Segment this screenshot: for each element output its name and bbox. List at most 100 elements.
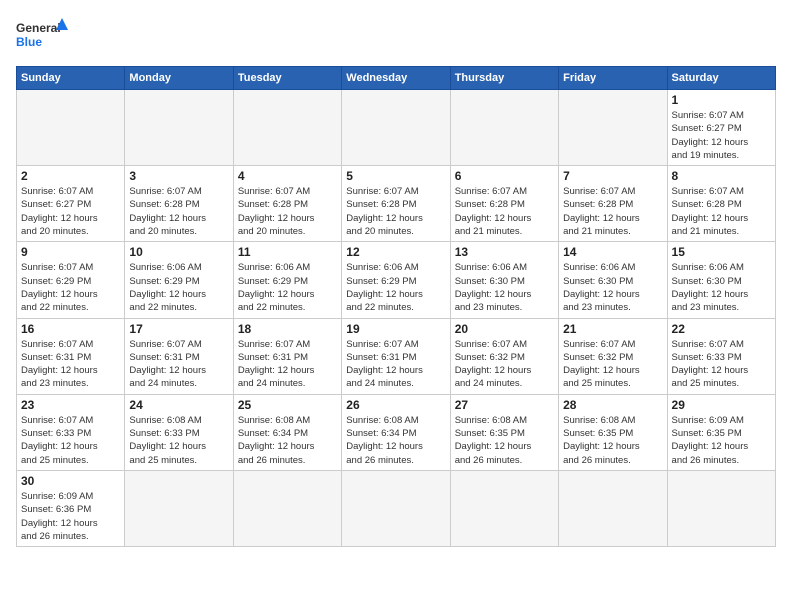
day-number: 14: [563, 245, 662, 259]
day-number: 18: [238, 322, 337, 336]
day-cell-5-4: [450, 470, 558, 546]
day-cell-2-0: 9Sunrise: 6:07 AMSunset: 6:29 PMDaylight…: [17, 242, 125, 318]
day-number: 27: [455, 398, 554, 412]
header-friday: Friday: [559, 67, 667, 90]
day-number: 15: [672, 245, 771, 259]
day-number: 30: [21, 474, 120, 488]
week-row-4: 23Sunrise: 6:07 AMSunset: 6:33 PMDayligh…: [17, 394, 776, 470]
header: General Blue: [16, 16, 776, 56]
day-number: 13: [455, 245, 554, 259]
day-info: Sunrise: 6:07 AMSunset: 6:28 PMDaylight:…: [129, 185, 228, 238]
day-cell-0-6: 1 Sunrise: 6:07 AMSunset: 6:27 PMDaylight…: [667, 90, 775, 166]
day-cell-1-4: 6 Sunrise: 6:07 AMSunset: 6:28 PMDaylight…: [450, 166, 558, 242]
day-cell-4-1: 24Sunrise: 6:08 AMSunset: 6:33 PMDayligh…: [125, 394, 233, 470]
week-row-1: 2 Sunrise: 6:07 AMSunset: 6:27 PMDaylight…: [17, 166, 776, 242]
day-info: Sunrise: 6:08 AMSunset: 6:35 PMDaylight:…: [563, 414, 662, 467]
day-cell-2-1: 10 Sunrise: 6:06 AMSunset: 6:29 PMDayligh…: [125, 242, 233, 318]
day-cell-2-3: 12Sunrise: 6:06 AMSunset: 6:29 PMDayligh…: [342, 242, 450, 318]
day-number: 23: [21, 398, 120, 412]
day-cell-4-6: 29Sunrise: 6:09 AMSunset: 6:35 PMDayligh…: [667, 394, 775, 470]
day-number: 4: [238, 169, 337, 183]
svg-text:Blue: Blue: [16, 35, 42, 49]
day-number: 21: [563, 322, 662, 336]
day-number: 6: [455, 169, 554, 183]
day-info: Sunrise: 6:06 AMSunset: 6:29 PMDaylight:…: [238, 261, 337, 314]
day-info: Sunrise: 6:07 AMSunset: 6:28 PMDaylight:…: [455, 185, 554, 238]
day-cell-1-5: 7Sunrise: 6:07 AMSunset: 6:28 PMDaylight…: [559, 166, 667, 242]
day-info: Sunrise: 6:06 AMSunset: 6:29 PMDaylight:…: [129, 261, 228, 314]
day-cell-3-6: 22Sunrise: 6:07 AMSunset: 6:33 PMDayligh…: [667, 318, 775, 394]
day-number: 26: [346, 398, 445, 412]
day-number: 25: [238, 398, 337, 412]
day-cell-0-3: [342, 90, 450, 166]
day-cell-2-4: 13Sunrise: 6:06 AMSunset: 6:30 PMDayligh…: [450, 242, 558, 318]
day-cell-1-3: 5Sunrise: 6:07 AMSunset: 6:28 PMDaylight…: [342, 166, 450, 242]
day-info: Sunrise: 6:07 AMSunset: 6:31 PMDaylight:…: [346, 338, 445, 391]
header-tuesday: Tuesday: [233, 67, 341, 90]
day-cell-4-2: 25 Sunrise: 6:08 AMSunset: 6:34 PMDayligh…: [233, 394, 341, 470]
day-info: Sunrise: 6:07 AMSunset: 6:27 PMDaylight:…: [21, 185, 120, 238]
day-cell-2-6: 15 Sunrise: 6:06 AMSunset: 6:30 PMDayligh…: [667, 242, 775, 318]
calendar-table: SundayMondayTuesdayWednesdayThursdayFrid…: [16, 66, 776, 547]
day-cell-0-1: [125, 90, 233, 166]
day-number: 2: [21, 169, 120, 183]
header-thursday: Thursday: [450, 67, 558, 90]
header-wednesday: Wednesday: [342, 67, 450, 90]
day-cell-1-6: 8 Sunrise: 6:07 AMSunset: 6:28 PMDaylight…: [667, 166, 775, 242]
day-number: 1: [672, 93, 771, 107]
day-info: Sunrise: 6:08 AMSunset: 6:35 PMDaylight:…: [455, 414, 554, 467]
day-info: Sunrise: 6:06 AMSunset: 6:29 PMDaylight:…: [346, 261, 445, 314]
day-cell-5-0: 30 Sunrise: 6:09 AMSunset: 6:36 PMDayligh…: [17, 470, 125, 546]
day-info: Sunrise: 6:07 AMSunset: 6:31 PMDaylight:…: [238, 338, 337, 391]
header-saturday: Saturday: [667, 67, 775, 90]
day-cell-3-0: 16Sunrise: 6:07 AMSunset: 6:31 PMDayligh…: [17, 318, 125, 394]
day-number: 20: [455, 322, 554, 336]
day-cell-3-1: 17Sunrise: 6:07 AMSunset: 6:31 PMDayligh…: [125, 318, 233, 394]
day-cell-1-1: 3 Sunrise: 6:07 AMSunset: 6:28 PMDaylight…: [125, 166, 233, 242]
calendar-header-row: SundayMondayTuesdayWednesdayThursdayFrid…: [17, 67, 776, 90]
day-number: 11: [238, 245, 337, 259]
day-cell-5-3: [342, 470, 450, 546]
day-info: Sunrise: 6:07 AMSunset: 6:28 PMDaylight:…: [238, 185, 337, 238]
week-row-2: 9Sunrise: 6:07 AMSunset: 6:29 PMDaylight…: [17, 242, 776, 318]
day-info: Sunrise: 6:07 AMSunset: 6:29 PMDaylight:…: [21, 261, 120, 314]
day-number: 5: [346, 169, 445, 183]
day-cell-0-4: [450, 90, 558, 166]
day-info: Sunrise: 6:08 AMSunset: 6:34 PMDaylight:…: [238, 414, 337, 467]
day-info: Sunrise: 6:08 AMSunset: 6:34 PMDaylight:…: [346, 414, 445, 467]
day-cell-4-4: 27 Sunrise: 6:08 AMSunset: 6:35 PMDayligh…: [450, 394, 558, 470]
header-monday: Monday: [125, 67, 233, 90]
week-row-3: 16Sunrise: 6:07 AMSunset: 6:31 PMDayligh…: [17, 318, 776, 394]
week-row-0: 1 Sunrise: 6:07 AMSunset: 6:27 PMDaylight…: [17, 90, 776, 166]
svg-text:General: General: [16, 21, 61, 35]
day-cell-3-2: 18 Sunrise: 6:07 AMSunset: 6:31 PMDayligh…: [233, 318, 341, 394]
day-info: Sunrise: 6:07 AMSunset: 6:31 PMDaylight:…: [21, 338, 120, 391]
day-info: Sunrise: 6:06 AMSunset: 6:30 PMDaylight:…: [672, 261, 771, 314]
day-info: Sunrise: 6:09 AMSunset: 6:36 PMDaylight:…: [21, 490, 120, 543]
day-number: 3: [129, 169, 228, 183]
day-info: Sunrise: 6:07 AMSunset: 6:32 PMDaylight:…: [455, 338, 554, 391]
day-number: 10: [129, 245, 228, 259]
day-cell-4-0: 23Sunrise: 6:07 AMSunset: 6:33 PMDayligh…: [17, 394, 125, 470]
day-info: Sunrise: 6:07 AMSunset: 6:27 PMDaylight:…: [672, 109, 771, 162]
day-info: Sunrise: 6:07 AMSunset: 6:28 PMDaylight:…: [672, 185, 771, 238]
day-number: 28: [563, 398, 662, 412]
day-cell-5-1: [125, 470, 233, 546]
day-cell-5-2: [233, 470, 341, 546]
logo-svg: General Blue: [16, 16, 68, 56]
day-number: 29: [672, 398, 771, 412]
day-number: 24: [129, 398, 228, 412]
day-info: Sunrise: 6:07 AMSunset: 6:32 PMDaylight:…: [563, 338, 662, 391]
header-sunday: Sunday: [17, 67, 125, 90]
day-cell-4-5: 28 Sunrise: 6:08 AMSunset: 6:35 PMDayligh…: [559, 394, 667, 470]
day-number: 22: [672, 322, 771, 336]
day-cell-2-5: 14Sunrise: 6:06 AMSunset: 6:30 PMDayligh…: [559, 242, 667, 318]
day-cell-4-3: 26 Sunrise: 6:08 AMSunset: 6:34 PMDayligh…: [342, 394, 450, 470]
day-cell-0-0: [17, 90, 125, 166]
day-cell-1-2: 4 Sunrise: 6:07 AMSunset: 6:28 PMDaylight…: [233, 166, 341, 242]
day-cell-3-5: 21 Sunrise: 6:07 AMSunset: 6:32 PMDayligh…: [559, 318, 667, 394]
day-cell-5-6: [667, 470, 775, 546]
day-number: 19: [346, 322, 445, 336]
day-number: 8: [672, 169, 771, 183]
day-info: Sunrise: 6:07 AMSunset: 6:28 PMDaylight:…: [563, 185, 662, 238]
